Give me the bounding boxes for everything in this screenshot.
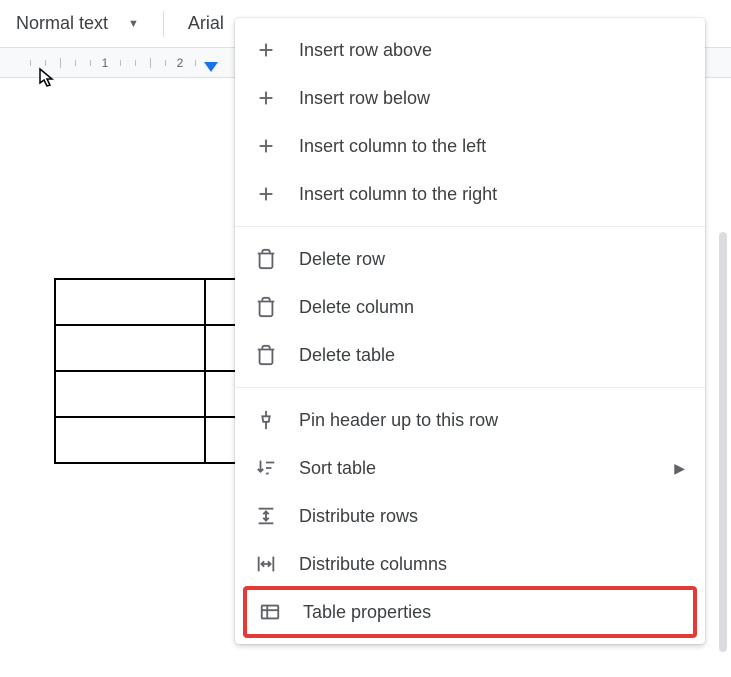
- table-cell[interactable]: [55, 371, 205, 417]
- font-label: Arial: [188, 13, 224, 33]
- plus-icon: [255, 39, 277, 61]
- menu-item-distribute-rows[interactable]: Distribute rows: [235, 492, 705, 540]
- menu-item-insert-column-right[interactable]: Insert column to the right: [235, 170, 705, 218]
- table-properties-icon: [259, 601, 281, 623]
- ruler-mark: 1: [100, 56, 111, 70]
- menu-label: Insert column to the right: [299, 184, 685, 205]
- menu-label: Table properties: [303, 602, 681, 623]
- distribute-columns-icon: [255, 553, 277, 575]
- menu-label: Distribute rows: [299, 506, 685, 527]
- menu-label: Delete column: [299, 297, 685, 318]
- menu-item-insert-column-left[interactable]: Insert column to the left: [235, 122, 705, 170]
- paragraph-style-selector[interactable]: Normal text ▼: [8, 9, 147, 38]
- plus-icon: [255, 183, 277, 205]
- menu-label: Insert column to the left: [299, 136, 685, 157]
- menu-item-table-properties[interactable]: Table properties: [243, 586, 697, 638]
- style-label: Normal text: [16, 13, 108, 34]
- menu-label: Delete table: [299, 345, 685, 366]
- table-cell[interactable]: [55, 279, 205, 325]
- menu-item-pin-header[interactable]: Pin header up to this row: [235, 396, 705, 444]
- menu-item-distribute-columns[interactable]: Distribute columns: [235, 540, 705, 588]
- table-context-menu: Insert row above Insert row below Insert…: [235, 18, 705, 644]
- menu-item-insert-row-above[interactable]: Insert row above: [235, 26, 705, 74]
- chevron-down-icon: ▼: [128, 18, 139, 30]
- trash-icon: [255, 344, 277, 366]
- font-selector[interactable]: Arial: [180, 9, 232, 38]
- table-cell[interactable]: [55, 325, 205, 371]
- menu-item-delete-table[interactable]: Delete table: [235, 331, 705, 379]
- menu-label: Insert row above: [299, 40, 685, 61]
- menu-label: Distribute columns: [299, 554, 685, 575]
- table-row[interactable]: [55, 325, 235, 371]
- table-row[interactable]: [55, 417, 235, 463]
- pin-icon: [255, 409, 277, 431]
- table-cell[interactable]: [205, 417, 235, 463]
- table-cell[interactable]: [205, 371, 235, 417]
- chevron-right-icon: ▶: [674, 460, 685, 477]
- table-cell[interactable]: [55, 417, 205, 463]
- table-cell[interactable]: [205, 325, 235, 371]
- plus-icon: [255, 87, 277, 109]
- menu-item-sort-table[interactable]: Sort table ▶: [235, 444, 705, 492]
- indent-marker-icon[interactable]: [204, 62, 218, 72]
- menu-item-insert-row-below[interactable]: Insert row below: [235, 74, 705, 122]
- menu-divider: [235, 226, 705, 227]
- trash-icon: [255, 296, 277, 318]
- menu-label: Delete row: [299, 249, 685, 270]
- trash-icon: [255, 248, 277, 270]
- menu-label: Pin header up to this row: [299, 410, 685, 431]
- sort-icon: [255, 457, 277, 479]
- distribute-rows-icon: [255, 505, 277, 527]
- document-table[interactable]: [54, 278, 235, 464]
- scrollbar[interactable]: [719, 232, 727, 652]
- menu-divider: [235, 387, 705, 388]
- plus-icon: [255, 135, 277, 157]
- menu-label: Sort table: [299, 458, 652, 479]
- table-row[interactable]: [55, 371, 235, 417]
- menu-item-delete-column[interactable]: Delete column: [235, 283, 705, 331]
- ruler-mark: 2: [175, 56, 186, 70]
- toolbar-divider: [163, 11, 164, 37]
- table-row[interactable]: [55, 279, 235, 325]
- table-cell[interactable]: [205, 279, 235, 325]
- menu-item-delete-row[interactable]: Delete row: [235, 235, 705, 283]
- menu-label: Insert row below: [299, 88, 685, 109]
